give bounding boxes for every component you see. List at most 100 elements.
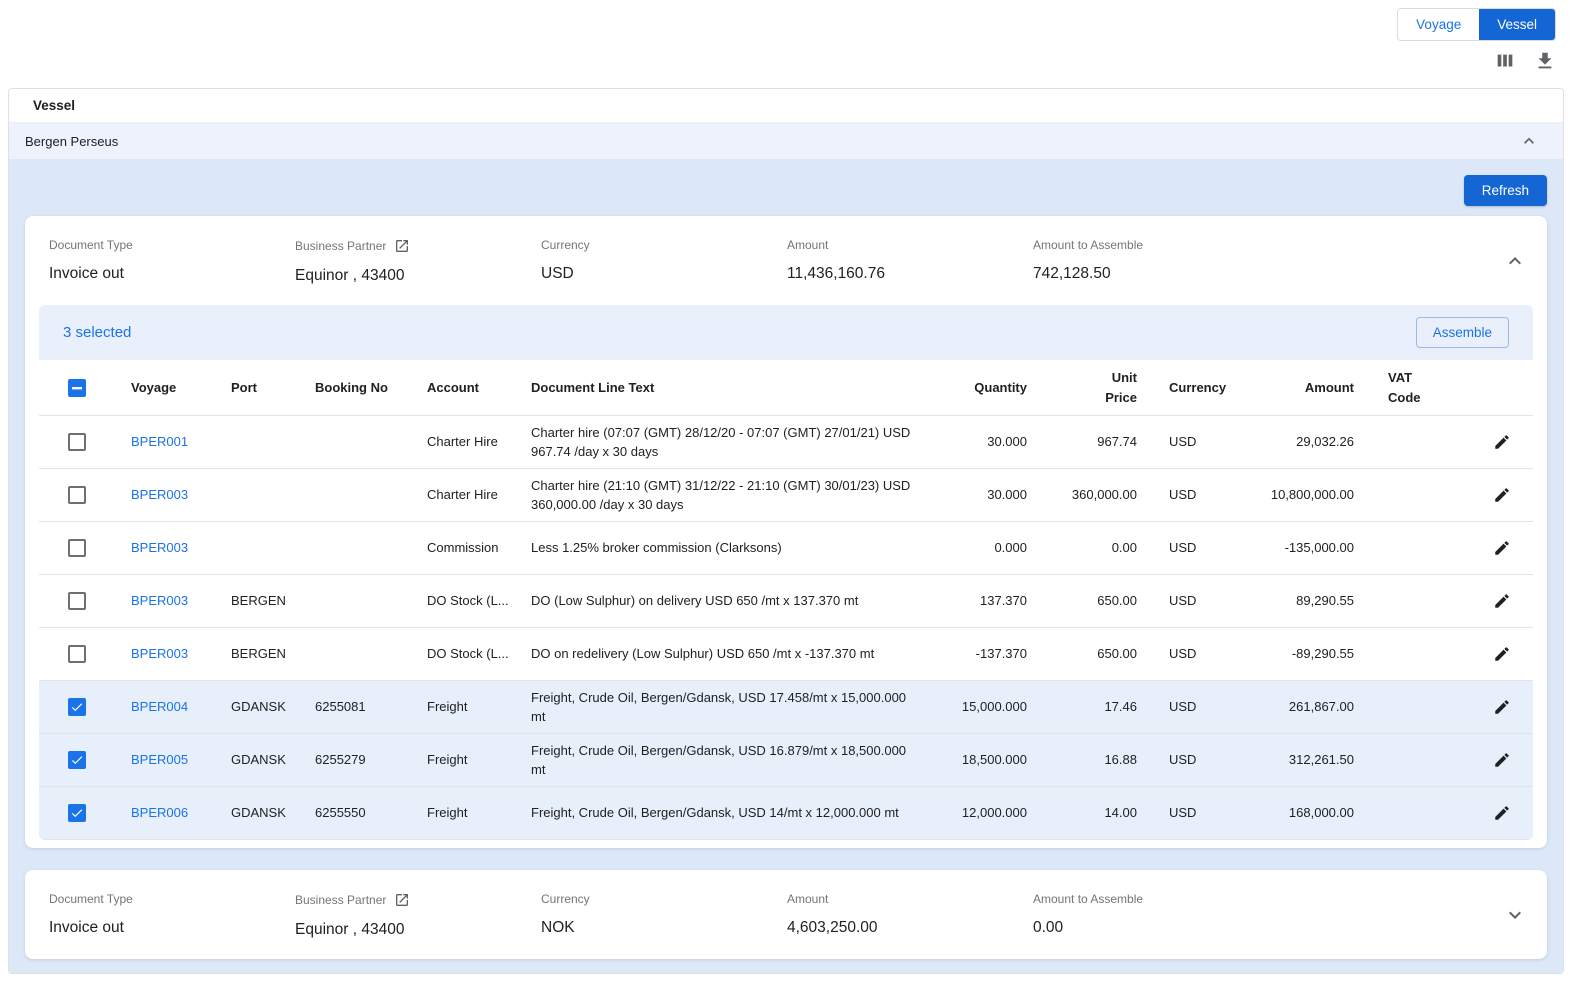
- summary-field-value: Invoice out: [49, 265, 295, 283]
- booking-no-cell: [299, 648, 411, 660]
- currency-cell: USD: [1139, 532, 1244, 564]
- selection-bar: 3 selected Assemble: [39, 305, 1533, 360]
- document-line-text-cell: Charter hire (07:07 (GMT) 28/12/20 - 07:…: [515, 417, 919, 468]
- edit-icon[interactable]: [1493, 592, 1511, 610]
- voyage-link[interactable]: BPER001: [131, 434, 188, 449]
- voyage-toggle-button[interactable]: Voyage: [1398, 9, 1479, 40]
- summary-field-value: 4,603,250.00: [787, 919, 1033, 937]
- document-summary-top: Document Type Invoice out Business Partn…: [25, 216, 1547, 305]
- quantity-cell: 30.000: [919, 479, 1029, 511]
- table-row[interactable]: BPER004 GDANSK 6255081 Freight Freight, …: [39, 681, 1533, 734]
- booking-no-cell: 6255081: [299, 691, 411, 723]
- summary-field-value: 742,128.50: [1033, 265, 1279, 283]
- refresh-button[interactable]: Refresh: [1464, 175, 1547, 206]
- table-row[interactable]: BPER003 BERGEN DO Stock (L... DO (Low Su…: [39, 575, 1533, 628]
- col-header-vat-code: VAT Code: [1364, 362, 1434, 413]
- summary-field-value: 11,436,160.76: [787, 265, 1033, 283]
- row-checkbox[interactable]: [68, 592, 86, 610]
- edit-icon[interactable]: [1493, 751, 1511, 769]
- amount-cell: 261,867.00: [1244, 691, 1364, 723]
- edit-icon[interactable]: [1493, 539, 1511, 557]
- document-lines-table: Voyage Port Booking No Account Document …: [39, 360, 1533, 840]
- col-header-voyage: Voyage: [115, 372, 215, 404]
- table-row[interactable]: BPER003 Commission Less 1.25% broker com…: [39, 522, 1533, 575]
- voyage-link[interactable]: BPER003: [131, 540, 188, 555]
- chevron-up-icon[interactable]: [1519, 131, 1539, 151]
- vessel-expanded-section: Refresh Document Type Invoice out Busine…: [9, 159, 1563, 973]
- booking-no-cell: [299, 489, 411, 501]
- selection-panel: 3 selected Assemble Voyage Port: [39, 305, 1533, 840]
- view-columns-icon[interactable]: [1494, 50, 1516, 72]
- row-checkbox[interactable]: [68, 751, 86, 769]
- edit-icon[interactable]: [1493, 698, 1511, 716]
- booking-no-cell: [299, 436, 411, 448]
- edit-icon[interactable]: [1493, 804, 1511, 822]
- vessel-toggle-button[interactable]: Vessel: [1479, 9, 1555, 40]
- amount-cell: 89,290.55: [1244, 585, 1364, 617]
- row-checkbox[interactable]: [68, 433, 86, 451]
- row-checkbox[interactable]: [68, 486, 86, 504]
- document-line-text-cell: Freight, Crude Oil, Bergen/Gdansk, USD 1…: [515, 797, 919, 829]
- col-header-currency: Currency: [1139, 372, 1244, 404]
- vat-code-cell: [1364, 436, 1449, 448]
- select-all-checkbox[interactable]: [68, 379, 86, 397]
- vat-code-cell: [1364, 701, 1449, 713]
- document-line-text-cell: DO on redelivery (Low Sulphur) USD 650 /…: [515, 638, 919, 670]
- open-in-new-icon[interactable]: [394, 238, 410, 254]
- table-row[interactable]: BPER003 Charter Hire Charter hire (21:10…: [39, 469, 1533, 522]
- document-line-text-cell: Freight, Crude Oil, Bergen/Gdansk, USD 1…: [515, 735, 919, 786]
- row-checkbox[interactable]: [68, 698, 86, 716]
- table-row[interactable]: BPER005 GDANSK 6255279 Freight Freight, …: [39, 734, 1533, 787]
- voyage-link[interactable]: BPER003: [131, 593, 188, 608]
- voyage-link[interactable]: BPER005: [131, 752, 188, 767]
- table-row[interactable]: BPER006 GDANSK 6255550 Freight Freight, …: [39, 787, 1533, 840]
- vat-code-cell: [1364, 542, 1449, 554]
- table-row[interactable]: BPER003 BERGEN DO Stock (L... DO on rede…: [39, 628, 1533, 681]
- account-cell: Charter Hire: [411, 479, 515, 511]
- row-checkbox[interactable]: [68, 645, 86, 663]
- table-row[interactable]: BPER001 Charter Hire Charter hire (07:07…: [39, 416, 1533, 469]
- vessel-group-row[interactable]: Bergen Perseus: [9, 123, 1563, 159]
- port-cell: [215, 489, 299, 501]
- vessel-list-card: Vessel Bergen Perseus Refresh Document T…: [8, 88, 1564, 974]
- unit-price-cell: 16.88: [1029, 744, 1139, 776]
- summary-field-label: Currency: [541, 238, 590, 252]
- assemble-button[interactable]: Assemble: [1416, 317, 1509, 348]
- selected-count: 3 selected: [63, 324, 131, 341]
- account-cell: Freight: [411, 797, 515, 829]
- currency-cell: USD: [1139, 797, 1244, 829]
- edit-icon[interactable]: [1493, 645, 1511, 663]
- vat-code-cell: [1364, 754, 1449, 766]
- view-toggle-group: Voyage Vessel: [1397, 8, 1556, 41]
- booking-no-cell: [299, 595, 411, 607]
- summary-field: Document Type Invoice out: [49, 238, 295, 285]
- download-icon[interactable]: [1534, 50, 1556, 72]
- col-header-document-line-text: Document Line Text: [515, 372, 919, 404]
- currency-cell: USD: [1139, 479, 1244, 511]
- currency-cell: USD: [1139, 691, 1244, 723]
- account-cell: DO Stock (L...: [411, 638, 515, 670]
- table-header-row: Voyage Port Booking No Account Document …: [39, 360, 1533, 416]
- quantity-cell: 18,500.000: [919, 744, 1029, 776]
- row-checkbox[interactable]: [68, 539, 86, 557]
- amount-cell: 29,032.26: [1244, 426, 1364, 458]
- chevron-up-icon[interactable]: [1503, 249, 1527, 273]
- quantity-cell: 30.000: [919, 426, 1029, 458]
- quantity-cell: 137.370: [919, 585, 1029, 617]
- row-checkbox[interactable]: [68, 804, 86, 822]
- voyage-link[interactable]: BPER003: [131, 646, 188, 661]
- edit-icon[interactable]: [1493, 433, 1511, 451]
- col-header-quantity: Quantity: [919, 372, 1029, 404]
- voyage-link[interactable]: BPER003: [131, 487, 188, 502]
- open-in-new-icon[interactable]: [394, 892, 410, 908]
- account-cell: Freight: [411, 744, 515, 776]
- quantity-cell: 12,000.000: [919, 797, 1029, 829]
- summary-field: Currency USD: [541, 238, 787, 285]
- edit-icon[interactable]: [1493, 486, 1511, 504]
- quantity-cell: 0.000: [919, 532, 1029, 564]
- voyage-link[interactable]: BPER004: [131, 699, 188, 714]
- unit-price-cell: 360,000.00: [1029, 479, 1139, 511]
- voyage-link[interactable]: BPER006: [131, 805, 188, 820]
- vat-code-cell: [1364, 489, 1449, 501]
- chevron-down-icon[interactable]: [1503, 903, 1527, 927]
